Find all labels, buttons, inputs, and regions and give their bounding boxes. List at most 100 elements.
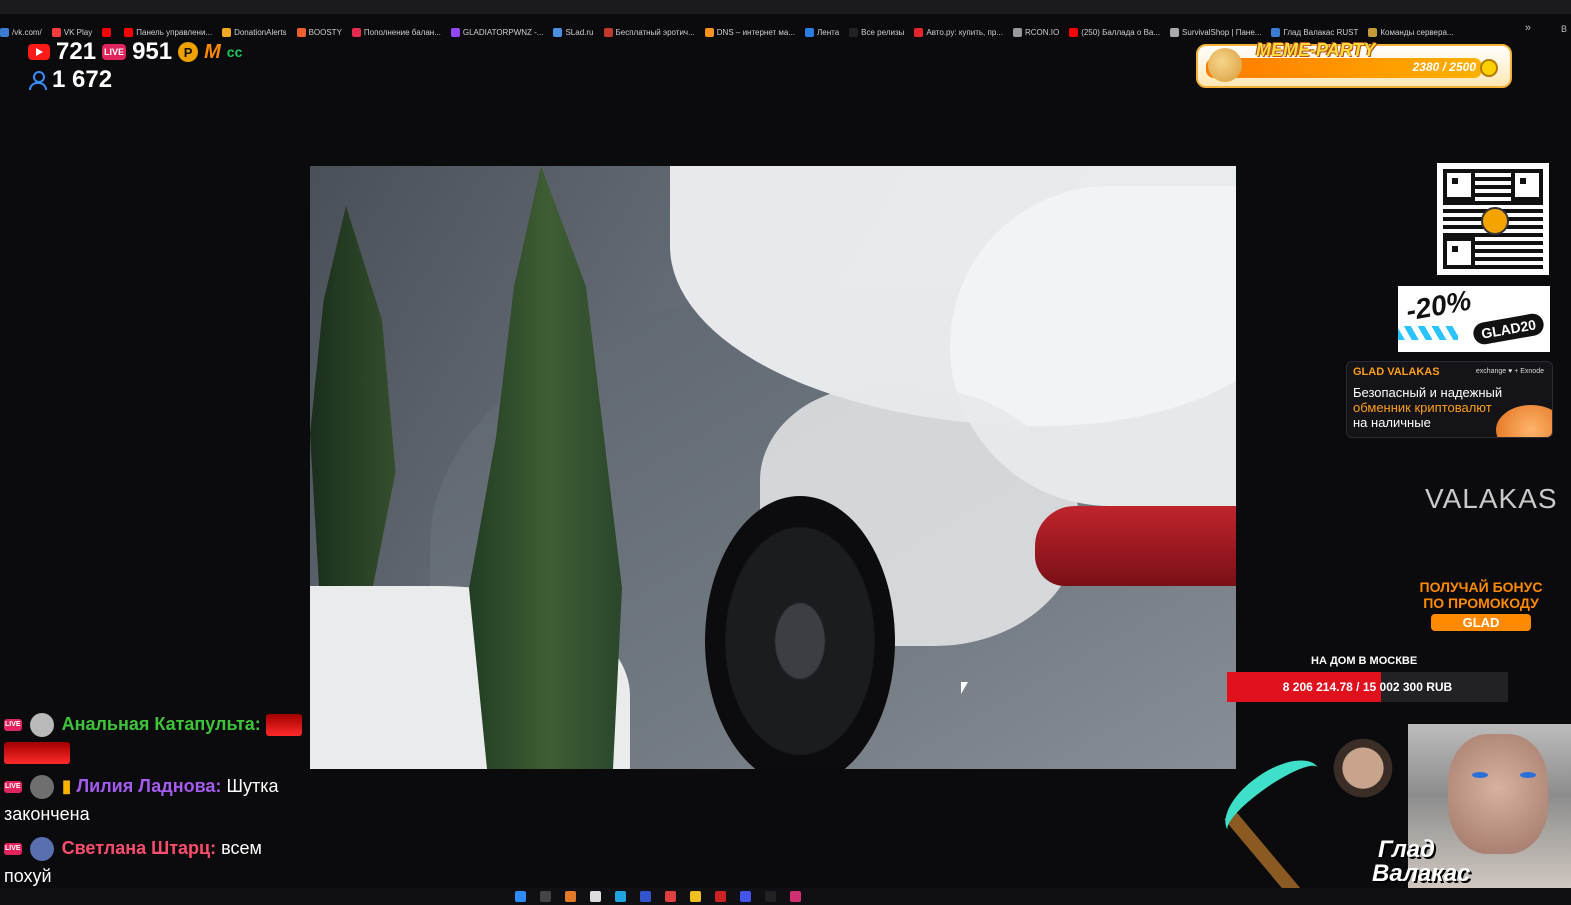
bookmark-item[interactable]: RCON.IO	[1012, 27, 1059, 37]
qr-corner-top-left	[1443, 169, 1475, 201]
taskbar-app-icon[interactable]	[665, 891, 676, 902]
bookmark-favicon-icon	[351, 27, 361, 37]
chat-message: LIVE Анальная Катапульта:	[4, 710, 314, 766]
bookmark-item[interactable]: SLad.ru	[553, 27, 594, 37]
bookmark-label: Авто.ру: купить, пр...	[926, 27, 1003, 37]
bookmark-favicon-icon	[914, 27, 924, 37]
bookmark-favicon-icon	[51, 27, 61, 37]
bookmark-item[interactable]: Глад Валакас RUST	[1271, 27, 1359, 37]
bookmark-label: (250) Баллада о Ва...	[1081, 27, 1161, 37]
exchange-header: GLAD VALAKAS	[1353, 366, 1440, 378]
bookmark-item[interactable]: DonationAlerts	[222, 27, 287, 37]
bookmark-favicon-icon	[1271, 27, 1281, 37]
exchange-line-1: Безопасный и надежный	[1353, 385, 1503, 400]
bookmark-label: SLad.ru	[565, 27, 594, 37]
streamer-avatar-small	[1324, 733, 1402, 811]
chat-overlay: LIVE Анальная Катапульта: LIVE ▮ Лилия Л…	[4, 710, 314, 896]
taskbar-app-icon[interactable]	[740, 891, 751, 902]
doge-icon	[1208, 48, 1242, 82]
bookmark-item[interactable]: Бесплатный эротич...	[603, 27, 695, 37]
portrait-face	[1448, 734, 1548, 854]
bookmark-favicon-icon	[124, 27, 134, 37]
bookmark-label: Панель управлени...	[136, 27, 213, 37]
car-wheel	[705, 496, 895, 769]
small-tree	[310, 206, 396, 586]
exchange-line-3: на наличные	[1353, 415, 1431, 430]
chat-message: LIVE ▮ Лилия Ладнова: Шутка закончена	[4, 772, 314, 828]
m-badge-icon: M	[204, 40, 221, 63]
bookmark-favicon-icon	[0, 27, 9, 37]
flame-icon: ▮	[61, 776, 72, 796]
bookmark-favicon-icon	[849, 27, 859, 37]
meme-party-widget: MEME-PARTY 2380 / 2500	[1196, 40, 1512, 88]
bookmark-favicon-icon	[1368, 27, 1378, 37]
bookmark-label: BOOSTY	[308, 27, 342, 37]
vkplay-live-icon: LIVE	[102, 44, 127, 60]
youtube-viewer-count: 721	[56, 38, 97, 65]
promo-discount-banner: -20% GLAD20	[1398, 286, 1550, 352]
bookmarks-folder-button[interactable]: В	[1561, 24, 1567, 34]
promo-percent: -20%	[1403, 286, 1474, 327]
taskbar-app-icon[interactable]	[565, 891, 576, 902]
bookmark-item[interactable]: DNS – интернет ма...	[704, 27, 795, 37]
windows-start-icon[interactable]	[515, 891, 526, 902]
bookmark-item[interactable]: Команды сервера...	[1368, 27, 1454, 37]
bookmark-label: VK Play	[63, 27, 93, 37]
taskbar-app-icon[interactable]	[765, 891, 776, 902]
bookmarks-more-button[interactable]: »	[1525, 22, 1531, 34]
bookmark-item[interactable]: Пополнение балан...	[351, 27, 441, 37]
bookmark-item[interactable]: /vk.com/	[0, 27, 42, 37]
total-row: 1 672	[28, 66, 242, 94]
meme-party-title: MEME-PARTY	[1256, 40, 1376, 60]
browser-top-strip	[0, 0, 1571, 14]
taskbar-app-icon[interactable]	[640, 891, 651, 902]
bookmark-item[interactable]: Авто.ру: купить, пр...	[914, 27, 1003, 37]
emote-icon	[265, 714, 302, 737]
chat-message: LIVE Светлана Штарц: всем похуй	[4, 834, 314, 890]
qr-logo-icon	[1481, 207, 1509, 235]
bookmark-item[interactable]: Лента	[805, 27, 839, 37]
bookmark-item[interactable]: SurvivalShop | Пане...	[1170, 27, 1261, 37]
vkplay-viewer-count: 951	[132, 38, 173, 65]
bookmark-label: /vk.com/	[12, 27, 42, 37]
name-tag-line-1: Глад	[1378, 836, 1435, 863]
house-goal-bar: 8 206 214.78 / 15 002 300 RUB	[1227, 672, 1508, 702]
bookmark-label: Глад Валакас RUST	[1283, 27, 1359, 37]
bookmark-label: Команды сервера...	[1380, 27, 1454, 37]
car-taillight	[1035, 506, 1236, 586]
exchange-tag: exchange ♥ + Exnode	[1475, 368, 1544, 375]
portrait-eye	[1472, 772, 1488, 778]
stream-video[interactable]	[310, 166, 1236, 769]
bookmark-favicon-icon	[603, 27, 613, 37]
streamer-name-tag: Глад Валакас	[1372, 838, 1512, 886]
bookmark-item[interactable]: BOOSTY	[296, 27, 342, 37]
taskbar-search-icon[interactable]	[540, 891, 551, 902]
live-badge-icon: LIVE	[4, 781, 22, 794]
taskbar-app-icon[interactable]	[590, 891, 601, 902]
bookmark-item[interactable]: Все релизы	[849, 27, 904, 37]
p-badge-icon: P	[178, 42, 199, 62]
youtube-icon	[28, 44, 50, 60]
bookmark-item[interactable]: (250) Баллада о Ва...	[1069, 27, 1161, 37]
bookmark-favicon-icon	[450, 27, 460, 37]
taskbar-app-icon[interactable]	[615, 891, 626, 902]
bookmark-item[interactable]: Панель управлени...	[124, 27, 213, 37]
bookmark-item[interactable]	[102, 27, 114, 37]
bookmark-item[interactable]: VK Play	[51, 27, 93, 37]
user-icon	[28, 70, 47, 90]
promo-code: GLAD20	[1471, 311, 1546, 347]
chat-avatar	[29, 713, 54, 738]
pizza-icon	[1496, 405, 1552, 437]
qr-corner-bottom-left	[1443, 237, 1475, 269]
bookmark-item[interactable]: GLADIATORPWNZ -...	[450, 27, 543, 37]
bookmark-favicon-icon	[296, 27, 306, 37]
taskbar-app-icon[interactable]	[715, 891, 726, 902]
taskbar-app-icon[interactable]	[790, 891, 801, 902]
cc-badge-icon: cc	[226, 44, 243, 60]
bookmark-favicon-icon	[222, 27, 232, 37]
viewer-row: 721 LIVE 951 P M cc	[28, 38, 242, 66]
house-goal-text: 8 206 214.78 / 15 002 300 RUB	[1282, 680, 1453, 694]
bookmark-label: Пополнение балан...	[363, 27, 441, 37]
taskbar-app-icon[interactable]	[690, 891, 701, 902]
viewer-stats: 721 LIVE 951 P M cc 1 672	[28, 38, 242, 94]
